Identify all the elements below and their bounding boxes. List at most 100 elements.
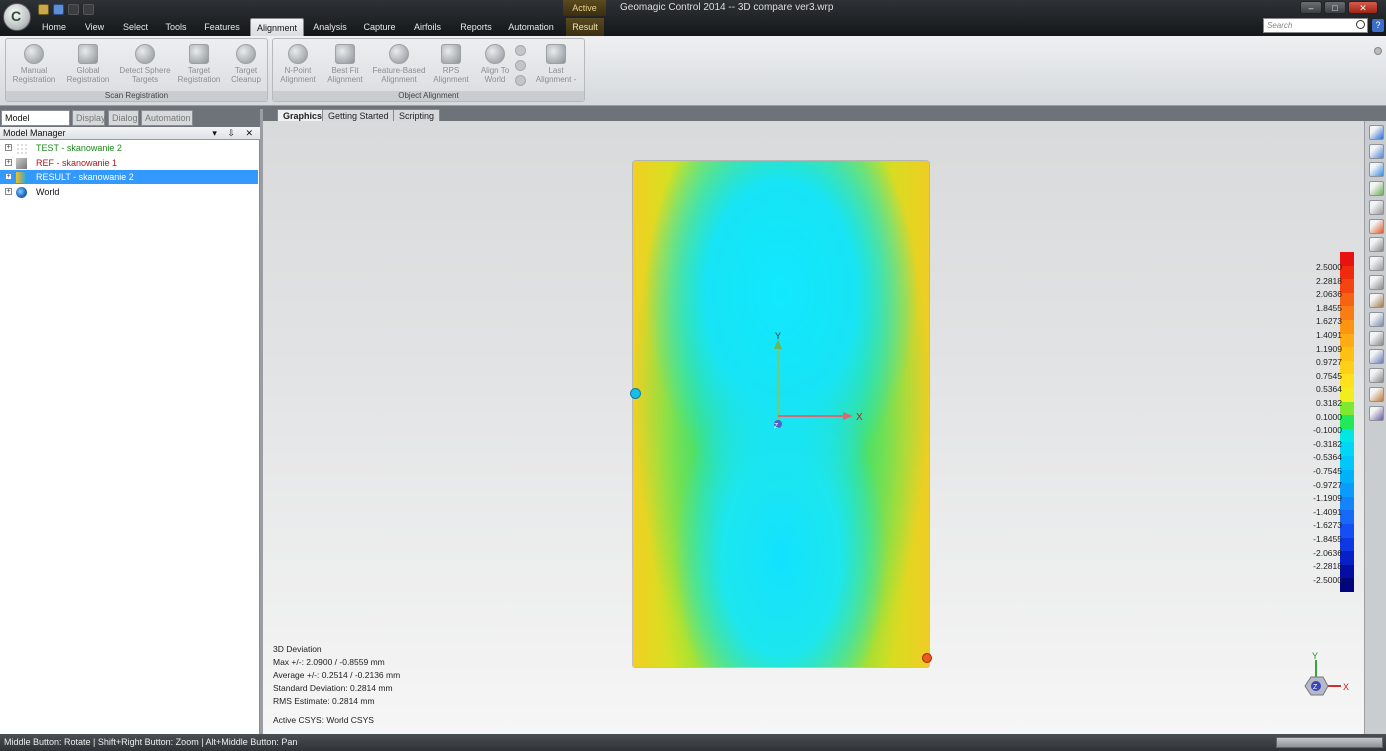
legend-swatch [1340,496,1354,511]
save-icon[interactable] [53,4,64,15]
panel-tab-automation[interactable]: Automation [141,110,193,126]
tab-reports[interactable]: Reports [453,18,499,36]
graphics-viewport[interactable]: Y X Z 3D Deviation Max +/-: 2.0900 / -0.… [263,121,1364,734]
rotate-icon[interactable] [1369,143,1384,159]
tab-automation[interactable]: Automation [503,18,559,36]
panel-tab-display[interactable]: Display [72,110,106,126]
lasso-icon[interactable] [1369,312,1384,327]
legend-swatch [1340,401,1354,416]
align-to-world-button[interactable]: Align To World [476,44,514,84]
ribbon-tabs: Home View Select Tools Features Alignment Anal… [0,18,1386,36]
stats-std: Standard Deviation: 0.2814 mm [273,683,393,693]
pan-icon[interactable] [1369,162,1384,178]
context-tab-tag: Active [563,0,606,16]
manual-registration-button[interactable]: Manual Registration [8,44,60,84]
tab-tools[interactable]: Tools [157,18,195,36]
search-input[interactable]: Search [1263,18,1368,33]
snapshot-icon[interactable] [1369,368,1384,384]
detect-sphere-icon [135,44,155,64]
brush-icon[interactable] [1369,330,1384,346]
tab-alignment[interactable]: Alignment [250,18,304,36]
y-axis-label: Y [775,331,781,341]
maximize-button[interactable]: □ [1324,1,1346,14]
tree-item-result[interactable]: + RESULT - skanowanie 2 [0,170,258,184]
tab-capture[interactable]: Capture [357,18,402,36]
minimize-button[interactable]: – [1300,1,1322,14]
button-label-line2: Targets [131,74,159,84]
tree-item-ref[interactable]: + REF - skanowanie 1 [0,156,258,170]
legend-swatch [1340,469,1354,484]
grid-icon[interactable] [1369,237,1384,253]
select-icon[interactable] [1369,293,1384,309]
mini-align-icon[interactable] [515,45,526,56]
expand-icon[interactable]: + [5,173,12,180]
best-fit-button[interactable]: Best Fit Alignment [323,44,367,84]
target-registration-button[interactable]: Target Registration [175,44,223,84]
stats-csys: Active CSYS: World CSYS [273,715,374,725]
close-button[interactable]: ✕ [1348,1,1378,14]
open-icon[interactable] [38,4,49,15]
mini-move-icon[interactable] [515,60,526,71]
target-cleanup-button[interactable]: Target Cleanup [227,44,265,84]
redo-icon[interactable] [83,4,94,15]
tab-select[interactable]: Select [118,18,153,36]
clip-icon[interactable] [1369,255,1384,271]
legend-swatch [1340,456,1354,470]
expand-icon[interactable]: + [5,187,12,195]
legend-swatch [1340,483,1354,497]
status-hint: Middle Button: Rotate | Shift+Right Butt… [4,737,298,747]
graphics-tab-graphics[interactable]: Graphics [277,109,329,121]
help-button[interactable]: ? [1372,19,1384,32]
legend-value: -1.8455 [1313,534,1342,544]
undo-icon[interactable] [68,4,79,15]
tree-item-label: RESULT - skanowanie 2 [36,172,134,182]
panel-tab-model-manager[interactable]: Model Manager [1,110,70,138]
measure-icon[interactable] [1369,274,1384,290]
tab-features[interactable]: Features [199,18,245,36]
legend-value: -0.1000 [1313,425,1342,436]
tab-view[interactable]: View [76,18,113,36]
legend-value: 2.0636 [1316,289,1342,300]
legend-value: 0.1000 [1316,411,1342,422]
ribbon-collapse-icon[interactable] [1374,47,1382,55]
render-icon[interactable] [1369,405,1384,421]
filter-icon[interactable] [1369,349,1384,365]
pivot-handle-left[interactable] [630,388,641,399]
panel-tab-dialog[interactable]: Dialog [108,110,139,126]
button-label-line2: Alignment [280,74,316,84]
zoom-icon[interactable] [1369,199,1384,215]
legend-swatch [1340,564,1354,579]
pivot-handle-right[interactable] [922,653,932,663]
tab-home[interactable]: Home [29,18,79,36]
fit-icon[interactable] [1369,181,1384,197]
tab-result[interactable]: Result [566,18,604,36]
n-point-button[interactable]: N-Point Alignment [277,44,319,84]
global-registration-button[interactable]: Global Registration [63,44,113,84]
rps-icon [441,44,461,64]
tree-item-test[interactable]: + TEST - skanowanie 2 [0,141,258,155]
tree-item-world[interactable]: + World [0,185,258,199]
legend-value: 1.8455 [1316,302,1342,313]
color-icon[interactable] [1369,218,1384,234]
legend-swatch [1340,551,1354,565]
tree-item-label: World [36,186,60,197]
view-icon[interactable] [1369,125,1384,140]
search-icon[interactable] [1356,20,1365,29]
feature-based-button[interactable]: Feature-Based Alignment [370,44,428,84]
rps-button[interactable]: RPS Alignment [428,44,474,84]
tab-analysis[interactable]: Analysis [309,18,351,36]
last-alignment-button[interactable]: Last Alignment - [530,44,582,84]
graphics-tab-getting-started[interactable]: Getting Started [322,109,395,121]
mini-rotate-icon[interactable] [515,75,526,86]
graphics-tab-scripting[interactable]: Scripting [393,109,441,121]
detect-sphere-button[interactable]: Detect Sphere Targets [114,44,176,84]
expand-icon[interactable]: + [5,144,12,151]
group-label: Object Alignment [273,91,584,101]
expand-icon[interactable]: + [5,158,12,166]
legend-swatch [1340,333,1354,348]
tab-airfoils[interactable]: Airfoils [409,18,446,36]
legend-swatch [1340,510,1354,524]
color-legend[interactable]: 2.5000 2.2818 2.0636 1.8455 1.6273 1.4091 1.19… [1295,252,1355,602]
panel-controls[interactable]: ▾ ⇩ ✕ [212,127,257,139]
cube-icon[interactable] [1369,386,1384,402]
